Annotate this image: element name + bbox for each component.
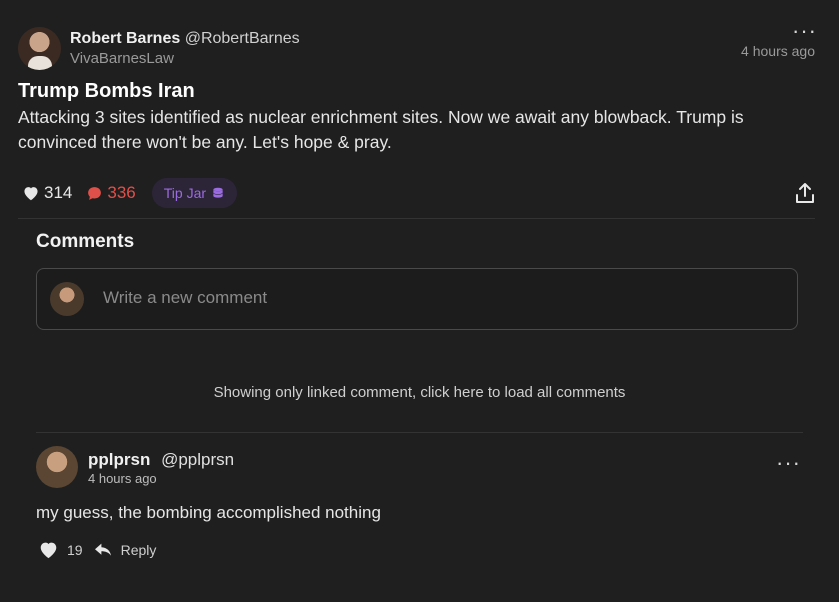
divider [18, 218, 815, 219]
comment-author-handle[interactable]: @pplprsn [161, 450, 234, 469]
reply-button[interactable]: Reply [121, 542, 157, 558]
comment-timestamp: 4 hours ago [88, 471, 157, 486]
load-all-comments-link[interactable]: Showing only linked comment, click here … [0, 384, 839, 401]
author-line[interactable]: Robert Barnes @RobertBarnes [70, 30, 300, 48]
post-title: Trump Bombs Iran [18, 80, 195, 102]
share-upload-icon[interactable] [795, 182, 815, 204]
reply-arrow-icon[interactable] [93, 542, 113, 558]
more-horizontal-icon[interactable]: ··· [776, 452, 801, 474]
post-timestamp: 4 hours ago [741, 43, 815, 59]
post-actions: 314 336 Tip Jar [22, 177, 238, 209]
current-user-avatar [50, 282, 84, 316]
comments-heading: Comments [36, 231, 135, 252]
like-count[interactable]: 314 [44, 183, 72, 203]
more-horizontal-icon[interactable]: ··· [792, 20, 817, 42]
comment-text: my guess, the bombing accomplished nothi… [36, 503, 381, 522]
heart-icon[interactable] [38, 540, 59, 559]
publication-name[interactable]: VivaBarnesLaw [70, 50, 174, 67]
comment-like-count[interactable]: 19 [67, 542, 83, 558]
new-comment-box[interactable] [36, 268, 798, 330]
author-name[interactable]: Robert Barnes [70, 30, 180, 47]
comment-count[interactable]: 336 [107, 183, 135, 203]
divider [36, 432, 803, 433]
tip-jar-button[interactable]: Tip Jar [151, 178, 238, 208]
comment-author-avatar[interactable] [36, 446, 78, 488]
author-avatar[interactable] [18, 27, 61, 70]
coin-stack-icon [211, 186, 225, 200]
new-comment-input[interactable] [101, 287, 755, 309]
speech-bubble-icon[interactable] [86, 185, 103, 202]
comment-actions: 19 Reply [38, 540, 156, 559]
comment-author-line[interactable]: pplprsn @pplprsn [88, 450, 234, 470]
comment-author-name[interactable]: pplprsn [88, 450, 150, 469]
tip-jar-label: Tip Jar [163, 185, 207, 201]
author-handle[interactable]: @RobertBarnes [185, 30, 300, 47]
post-body: Attacking 3 sites identified as nuclear … [18, 107, 744, 152]
heart-icon[interactable] [22, 185, 40, 201]
